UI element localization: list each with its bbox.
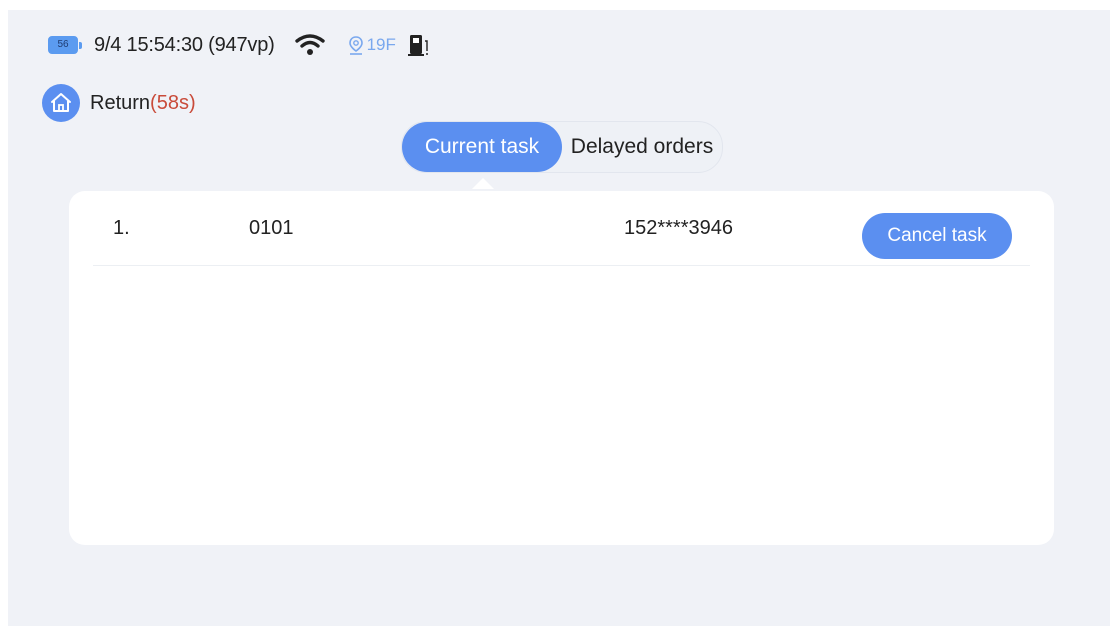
tab-delayed-orders[interactable]: Delayed orders	[562, 122, 722, 172]
return-countdown: (58s)	[150, 91, 196, 114]
location-pin-icon	[348, 36, 363, 55]
status-bar: 56 9/4 15:54:30 (947vp) 19F	[48, 32, 430, 58]
battery-icon: 56	[48, 36, 82, 54]
floor-label: 19F	[366, 35, 396, 54]
table-row: 1. 0101 152****3946 Cancel task	[93, 191, 1030, 266]
floor-indicator: 19F	[347, 35, 396, 55]
return-label[interactable]: Return	[90, 92, 150, 115]
app-screen: 56 9/4 15:54:30 (947vp) 19F Return (58s)…	[8, 10, 1110, 626]
wifi-icon	[294, 34, 325, 55]
datetime-text: 9/4 15:54:30 (947vp)	[94, 33, 275, 56]
task-phone: 152****3946	[624, 217, 733, 239]
home-icon[interactable]	[42, 84, 80, 122]
cancel-task-button[interactable]: Cancel task	[862, 213, 1012, 259]
task-tabs: Current task Delayed orders	[401, 121, 723, 173]
task-code: 0101	[249, 217, 294, 239]
task-index: 1.	[113, 217, 130, 239]
return-button[interactable]: Return (58s)	[42, 84, 196, 122]
task-list-card: 1. 0101 152****3946 Cancel task	[69, 191, 1054, 545]
tab-pointer	[472, 178, 494, 189]
battery-level: 56	[57, 39, 69, 50]
tab-current-task[interactable]: Current task	[402, 122, 562, 172]
charging-station-icon	[407, 35, 428, 56]
